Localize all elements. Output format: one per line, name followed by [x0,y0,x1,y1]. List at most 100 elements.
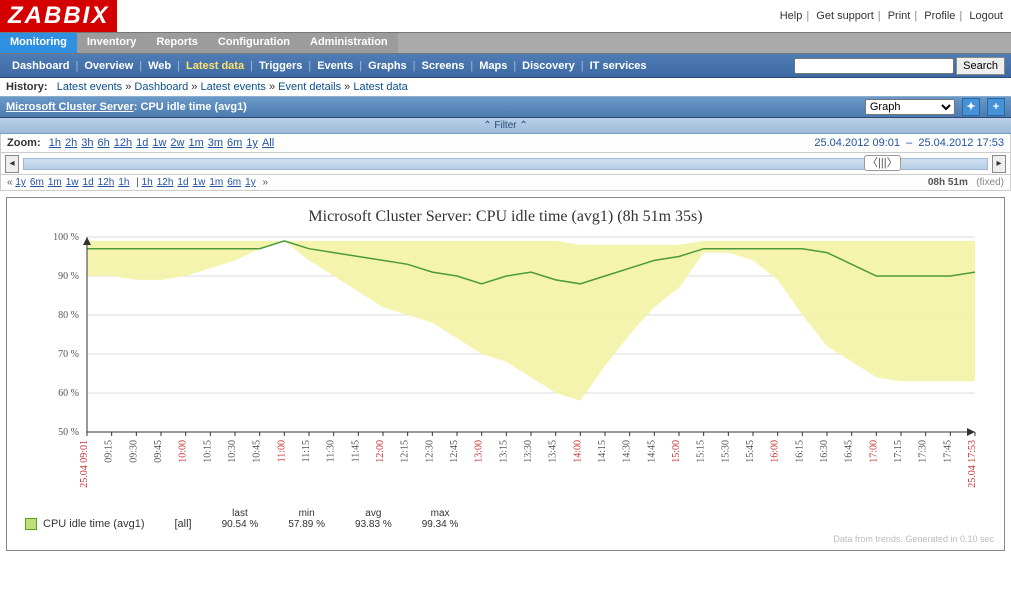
content-title-bar: Microsoft Cluster Server: CPU idle time … [0,96,1011,118]
step-back-1d[interactable]: 1d [83,177,94,188]
zoom-2w[interactable]: 2w [170,137,184,149]
subnav-events[interactable]: Events [311,60,359,72]
subnav-triggers[interactable]: Triggers [253,60,308,72]
right-double-icon: » [263,177,269,188]
subnav-graphs[interactable]: Graphs [362,60,413,72]
svg-text:70 %: 70 % [58,349,79,360]
svg-text:80 %: 80 % [58,310,79,321]
zoom-3m[interactable]: 3m [208,137,223,149]
svg-text:60 %: 60 % [58,388,79,399]
svg-text:15:45: 15:45 [745,440,756,463]
subnav-maps[interactable]: Maps [473,60,513,72]
history-link[interactable]: Dashboard [134,81,188,93]
search-button[interactable]: Search [956,57,1005,75]
step-fwd-6m[interactable]: 6m [227,177,241,188]
history-link[interactable]: Event details [278,81,341,93]
svg-text:11:30: 11:30 [326,440,337,462]
subnav-web[interactable]: Web [142,60,177,72]
svg-text:16:30: 16:30 [819,440,830,463]
zoom-2h[interactable]: 2h [65,137,77,149]
svg-text:09:30: 09:30 [128,440,139,463]
history-link[interactable]: Latest data [353,81,407,93]
filter-toggle[interactable]: ⌃ Filter ⌃ [0,118,1011,134]
zoom-6h[interactable]: 6h [97,137,109,149]
svg-text:17:00: 17:00 [868,440,879,463]
generation-note: Data from trends. Generated in 0.10 sec [17,534,994,544]
svg-text:25.04 17:53: 25.04 17:53 [967,440,978,488]
tab-reports[interactable]: Reports [146,33,208,53]
zoom-1m[interactable]: 1m [188,137,203,149]
slider-track[interactable] [23,158,988,170]
step-fwd-1y[interactable]: 1y [245,177,256,188]
step-fwd-12h[interactable]: 12h [157,177,174,188]
fixed-label: (fixed) [976,177,1004,188]
step-back-12h[interactable]: 12h [98,177,115,188]
step-back-1w[interactable]: 1w [66,177,79,188]
print-link[interactable]: Print [888,10,911,22]
svg-text:10:30: 10:30 [227,440,238,463]
svg-text:13:30: 13:30 [523,440,534,463]
step-fwd-1w[interactable]: 1w [193,177,206,188]
history-link[interactable]: Latest events [57,81,122,93]
tab-administration[interactable]: Administration [300,33,398,53]
svg-text:14:30: 14:30 [622,440,633,463]
step-fwd-1d[interactable]: 1d [177,177,188,188]
add-button[interactable]: + [987,98,1005,116]
scroll-left-button[interactable]: ◂ [5,155,19,173]
subnav-dashboard[interactable]: Dashboard [6,60,75,72]
subnav-it-services[interactable]: IT services [584,60,653,72]
profile-link[interactable]: Profile [924,10,955,22]
subnav-latest-data[interactable]: Latest data [180,60,250,72]
logo[interactable]: ZABBIX [0,0,117,32]
svg-text:17:15: 17:15 [893,440,904,463]
step-fwd-1m[interactable]: 1m [209,177,223,188]
chart-title: Microsoft Cluster Server: CPU idle time … [17,208,994,226]
star-button[interactable]: ✦ [962,98,980,116]
zoom-1h[interactable]: 1h [49,137,61,149]
tab-configuration[interactable]: Configuration [208,33,300,53]
step-back-6m[interactable]: 6m [30,177,44,188]
step-back-1y[interactable]: 1y [15,177,26,188]
duration: 08h 51m [928,177,968,188]
logout-link[interactable]: Logout [969,10,1003,22]
zoom-3h[interactable]: 3h [81,137,93,149]
zoom-12h[interactable]: 12h [114,137,132,149]
zoom-1d[interactable]: 1d [136,137,148,149]
step-back-1m[interactable]: 1m [48,177,62,188]
zoom-6m[interactable]: 6m [227,137,242,149]
svg-text:12:45: 12:45 [449,440,460,463]
svg-text:14:45: 14:45 [646,440,657,463]
chart-legend: CPU idle time (avg1) [all] last90.54 % m… [17,502,994,530]
slider-handle[interactable] [864,154,890,174]
main-tabs: Monitoring Inventory Reports Configurati… [0,32,1011,54]
view-select[interactable]: Graph [865,99,955,115]
zoom-All[interactable]: All [262,137,274,149]
svg-text:12:30: 12:30 [424,440,435,463]
step-fwd-1h[interactable]: 1h [142,177,153,188]
search-input[interactable] [794,58,954,74]
zoom-row: Zoom: 1h2h3h6h12h1d1w2w1m3m6m1yAll 25.04… [0,134,1011,153]
zoom-1y[interactable]: 1y [246,137,258,149]
svg-text:09:15: 09:15 [104,440,115,463]
zoom-1w[interactable]: 1w [152,137,166,149]
tab-monitoring[interactable]: Monitoring [0,33,77,53]
subnav-screens[interactable]: Screens [416,60,471,72]
sub-nav: Dashboard | Overview | Web | Latest data… [0,54,1011,78]
svg-text:11:45: 11:45 [350,440,361,462]
svg-text:15:30: 15:30 [720,440,731,463]
subnav-discovery[interactable]: Discovery [516,60,581,72]
tab-inventory[interactable]: Inventory [77,33,147,53]
scroll-right-button[interactable]: ▸ [992,155,1006,173]
collapse-icon: ⌃ [519,120,527,131]
svg-text:10:15: 10:15 [202,440,213,463]
header: ZABBIX Help| Get support| Print| Profile… [0,0,1011,32]
svg-text:16:15: 16:15 [794,440,805,463]
help-link[interactable]: Help [780,10,803,22]
step-back-1h[interactable]: 1h [118,177,129,188]
subnav-overview[interactable]: Overview [78,60,139,72]
history-link[interactable]: Latest events [200,81,265,93]
support-link[interactable]: Get support [816,10,873,22]
svg-text:16:45: 16:45 [844,440,855,463]
zoom-label: Zoom: [7,137,41,149]
svg-text:90 %: 90 % [58,271,79,282]
